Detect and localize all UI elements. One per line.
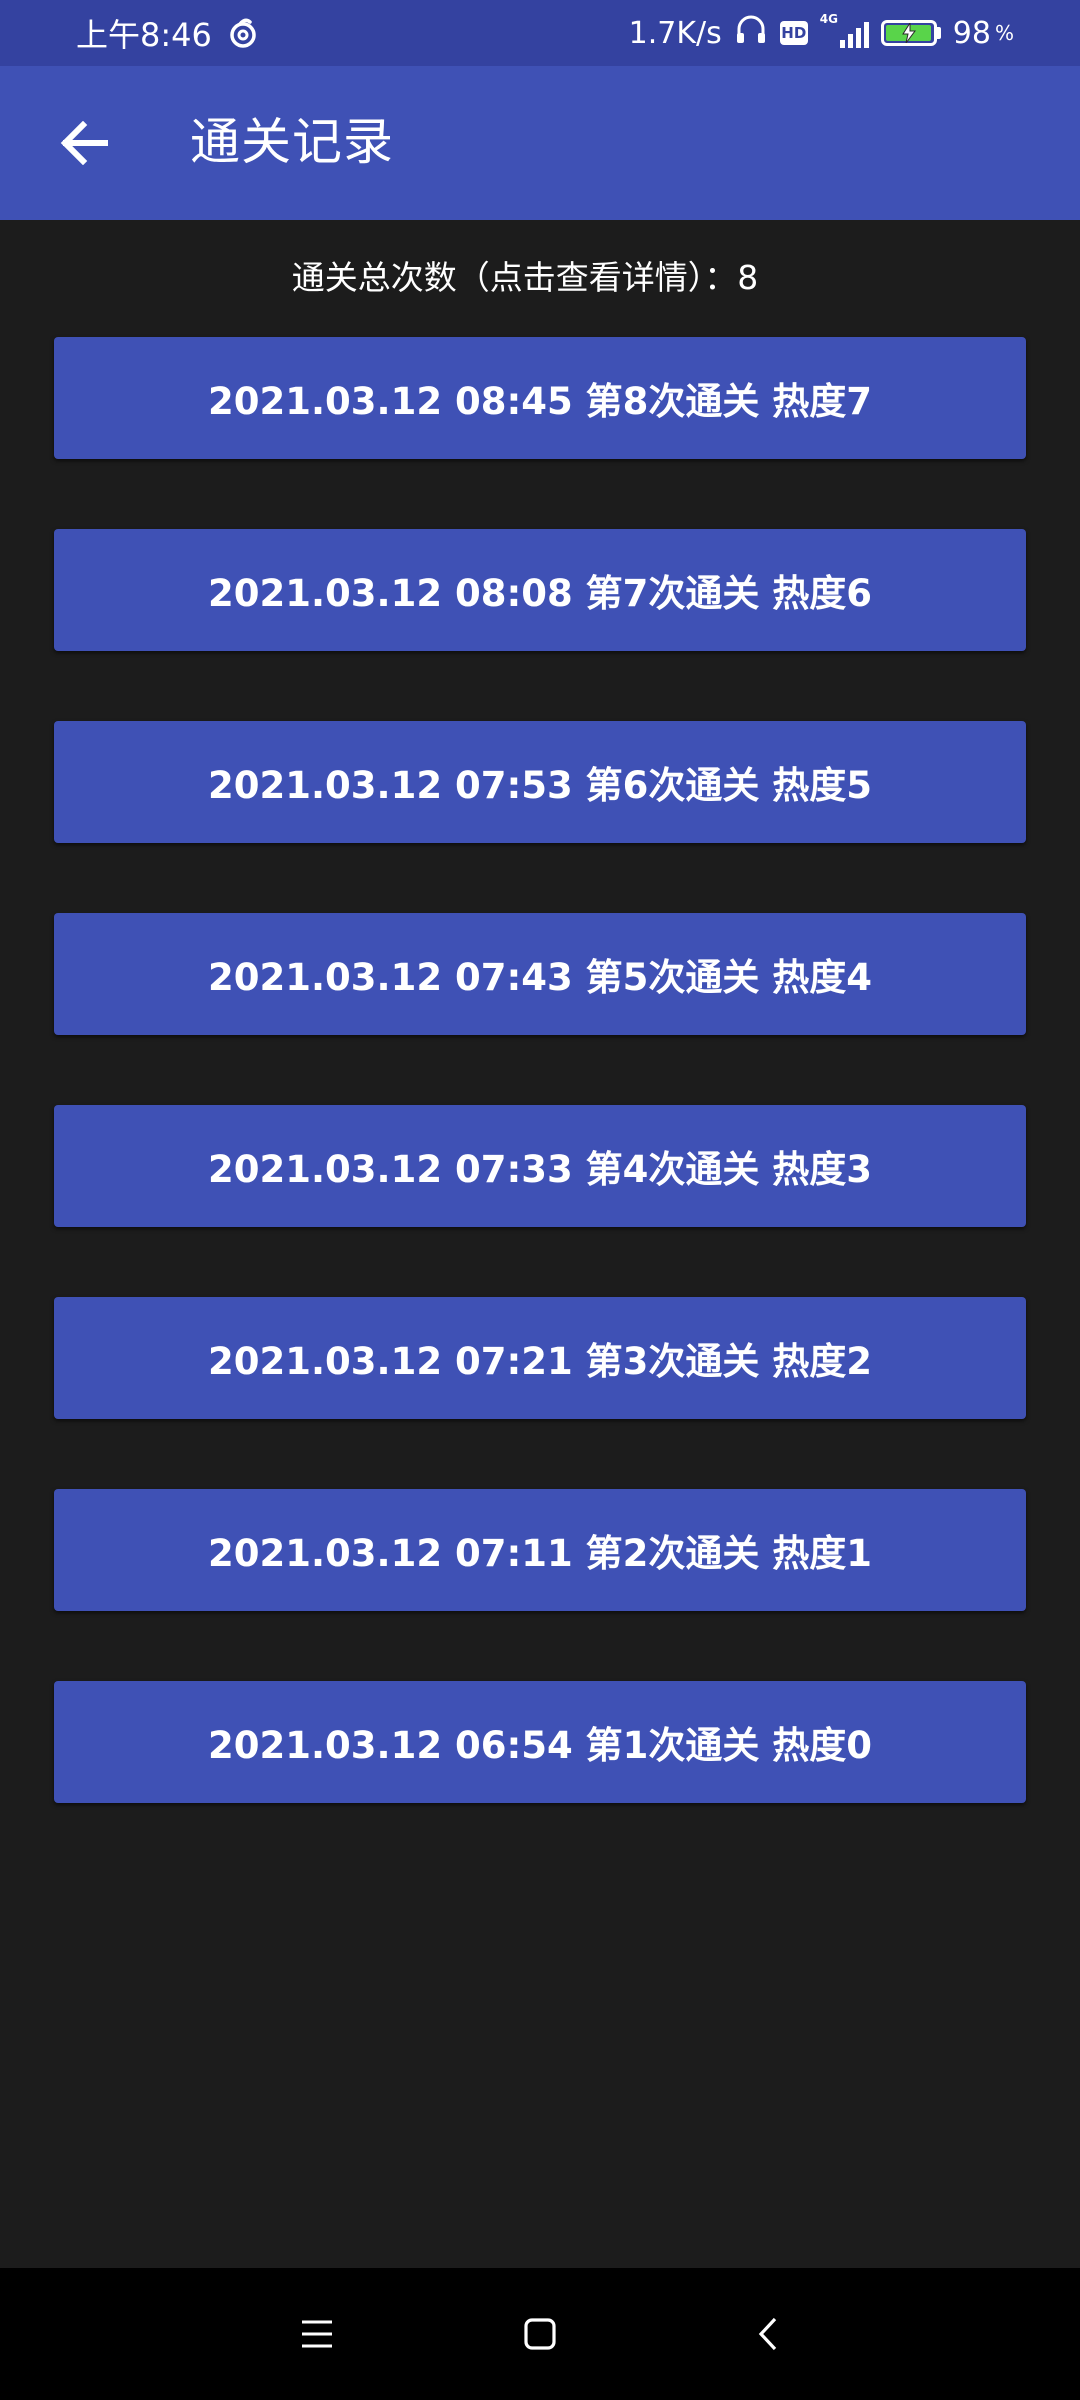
status-right: 1.7K/s HD 4G 98 % — [629, 12, 1014, 54]
bolt-icon — [901, 23, 916, 43]
battery-unit: % — [994, 21, 1014, 45]
headphones-icon — [734, 12, 768, 54]
back-icon — [758, 2317, 777, 2351]
signal-icon: 4G — [820, 12, 869, 48]
hd-icon: HD — [779, 21, 808, 45]
status-left: 上午8:46 — [76, 12, 260, 54]
status-time: 上午8:46 — [76, 16, 212, 54]
record-item[interactable]: 2021.03.12 06:54 第1次通关 热度0 — [54, 1681, 1026, 1803]
system-nav-bar — [0, 2268, 1080, 2400]
record-item[interactable]: 2021.03.12 07:21 第3次通关 热度2 — [54, 1297, 1026, 1419]
status-bar: 上午8:46 1.7K/s HD 4G 98 % — [0, 0, 1080, 66]
signal-bar — [863, 22, 869, 48]
record-item[interactable]: 2021.03.12 07:11 第2次通关 热度1 — [54, 1489, 1026, 1611]
record-item[interactable]: 2021.03.12 08:45 第8次通关 热度7 — [54, 337, 1026, 459]
record-item[interactable]: 2021.03.12 07:33 第4次通关 热度3 — [54, 1105, 1026, 1227]
record-item[interactable]: 2021.03.12 07:43 第5次通关 热度4 — [54, 913, 1026, 1035]
battery-body — [880, 20, 937, 46]
arrow-left-icon — [60, 121, 108, 165]
netease-music-icon — [226, 16, 260, 50]
battery-percent: 98 — [952, 15, 991, 51]
signal-bar — [839, 40, 845, 48]
home-button[interactable] — [510, 2304, 570, 2364]
battery-tip — [936, 27, 941, 39]
signal-bar — [847, 34, 853, 48]
nav-back-button[interactable] — [738, 2304, 798, 2364]
signal-bar — [855, 28, 861, 48]
back-button[interactable] — [40, 101, 128, 185]
record-list: 2021.03.12 08:45 第8次通关 热度7 2021.03.12 08… — [54, 337, 1026, 1873]
app-bar: 通关记录 — [0, 66, 1080, 220]
battery-charging-icon — [880, 20, 941, 46]
total-clears-summary[interactable]: 通关总次数（点击查看详情）：8 — [0, 250, 1050, 306]
menu-icon — [302, 2320, 332, 2348]
home-icon — [524, 2318, 556, 2350]
page-title: 通关记录 — [190, 113, 394, 171]
network-type: 4G — [819, 12, 838, 26]
record-item[interactable]: 2021.03.12 08:08 第7次通关 热度6 — [54, 529, 1026, 651]
menu-button[interactable] — [287, 2304, 347, 2364]
net-speed: 1.7K/s — [628, 15, 722, 51]
record-item[interactable]: 2021.03.12 07:53 第6次通关 热度5 — [54, 721, 1026, 843]
